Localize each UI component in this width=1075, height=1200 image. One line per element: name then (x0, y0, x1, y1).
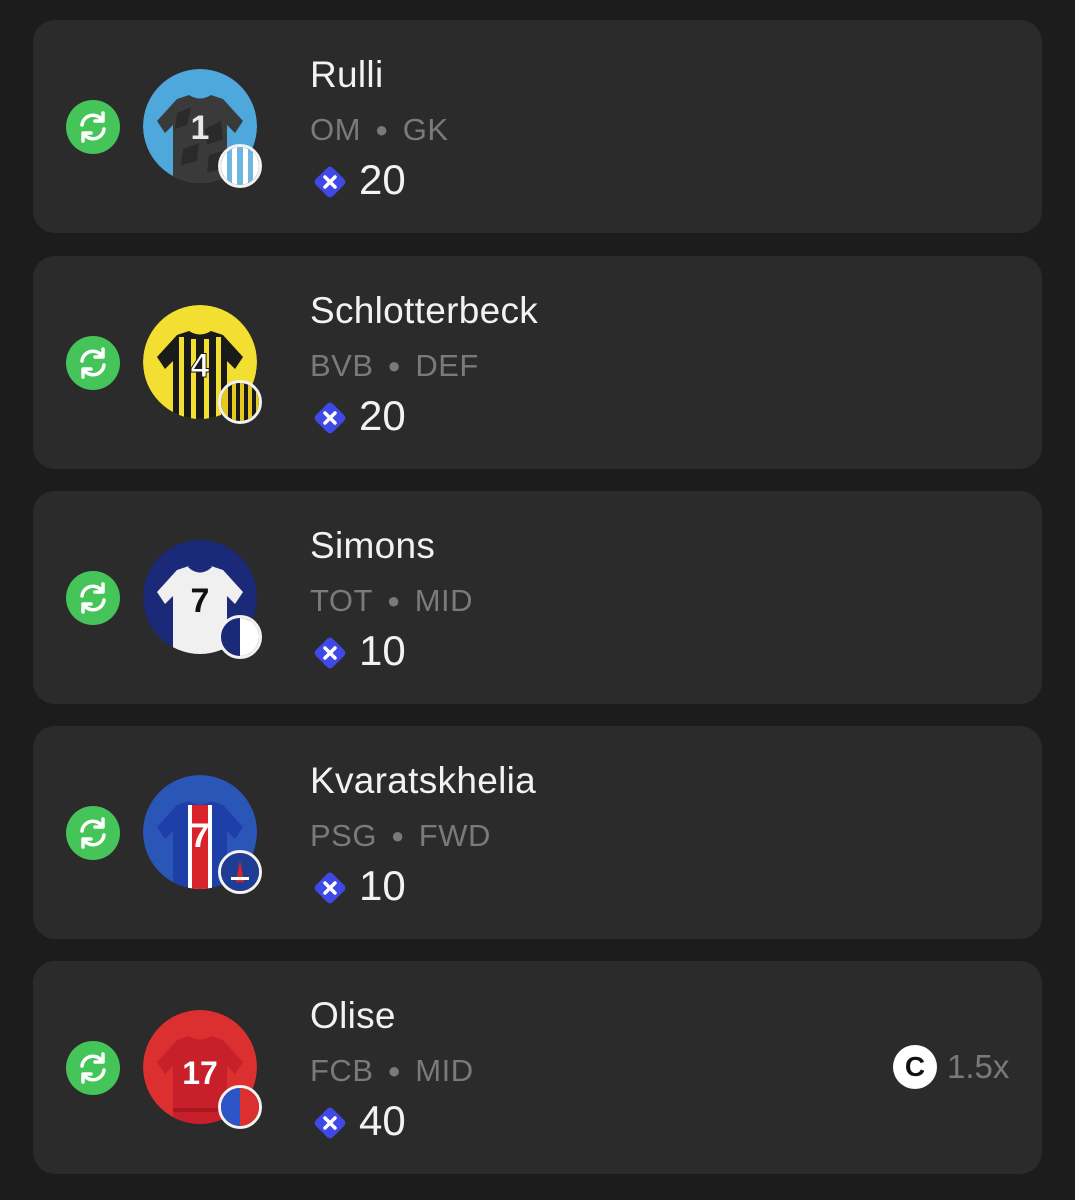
club-code: TOT (310, 583, 373, 618)
svg-text:4: 4 (191, 347, 210, 385)
position-code: MID (414, 583, 474, 618)
player-price: 20 (359, 156, 406, 203)
swap-button[interactable] (66, 100, 120, 154)
position-code: MID (415, 1053, 474, 1088)
club-badge (218, 615, 262, 659)
club-badge (218, 1085, 262, 1129)
separator-dot: ● (374, 117, 389, 142)
captain-multiplier: 1.5x (947, 1048, 1010, 1085)
player-price: 10 (359, 862, 406, 909)
player-card[interactable]: 7 Simons TOT ● MID 10 (33, 491, 1042, 704)
svg-text:17: 17 (182, 1055, 218, 1091)
separator-dot: ● (386, 588, 401, 613)
swap-arrows-icon (80, 347, 106, 379)
club-badge (218, 380, 262, 424)
separator-dot: ● (390, 823, 405, 848)
swap-arrows-icon (80, 582, 106, 614)
player-price: 40 (359, 1097, 406, 1144)
currency-x-icon (314, 166, 346, 198)
player-card[interactable]: 17 Olise FCB ● MID 40 C 1.5x (33, 961, 1042, 1174)
swap-button[interactable] (66, 806, 120, 860)
player-list: 1 Rulli OM ● GK 20 4 Schlotterbeck BVB ●… (0, 0, 1075, 1200)
swap-arrows-icon (80, 1052, 106, 1084)
position-code: FWD (418, 818, 491, 853)
svg-text:7: 7 (191, 817, 210, 855)
player-meta: TOT ● MID (310, 583, 473, 619)
player-meta: FCB ● MID (310, 1053, 474, 1089)
club-code: FCB (310, 1053, 374, 1088)
currency-x-icon (314, 402, 346, 434)
svg-text:1: 1 (191, 109, 210, 147)
club-badge (218, 144, 262, 188)
player-card[interactable]: 7 Kvaratskhelia PSG ● FWD 10 (33, 726, 1042, 939)
player-name: Rulli (310, 54, 384, 95)
position-code: DEF (415, 348, 479, 383)
captain-c-icon[interactable]: C (893, 1045, 937, 1089)
player-name: Olise (310, 995, 396, 1036)
currency-x-icon (314, 872, 346, 904)
club-code: PSG (310, 818, 377, 853)
club-badge (218, 850, 262, 894)
currency-x-icon (314, 1107, 346, 1139)
player-name: Schlotterbeck (310, 290, 539, 331)
separator-dot: ● (387, 353, 402, 378)
player-meta: BVB ● DEF (310, 348, 479, 384)
player-price: 20 (359, 392, 406, 439)
separator-dot: ● (387, 1058, 402, 1083)
player-name: Simons (310, 525, 436, 566)
swap-button[interactable] (66, 571, 120, 625)
club-code: BVB (310, 348, 374, 383)
club-code: OM (310, 112, 361, 147)
swap-button[interactable] (66, 336, 120, 390)
swap-arrows-icon (80, 817, 106, 849)
player-meta: OM ● GK (310, 112, 449, 148)
player-price: 10 (359, 627, 406, 674)
swap-button[interactable] (66, 1041, 120, 1095)
svg-text:7: 7 (191, 582, 210, 620)
player-name: Kvaratskhelia (310, 760, 537, 801)
player-meta: PSG ● FWD (310, 818, 491, 854)
player-card[interactable]: 4 Schlotterbeck BVB ● DEF 20 (33, 256, 1042, 469)
player-card[interactable]: 1 Rulli OM ● GK 20 (33, 20, 1042, 233)
position-code: GK (402, 112, 449, 147)
currency-x-icon (314, 637, 346, 669)
swap-arrows-icon (80, 111, 106, 143)
